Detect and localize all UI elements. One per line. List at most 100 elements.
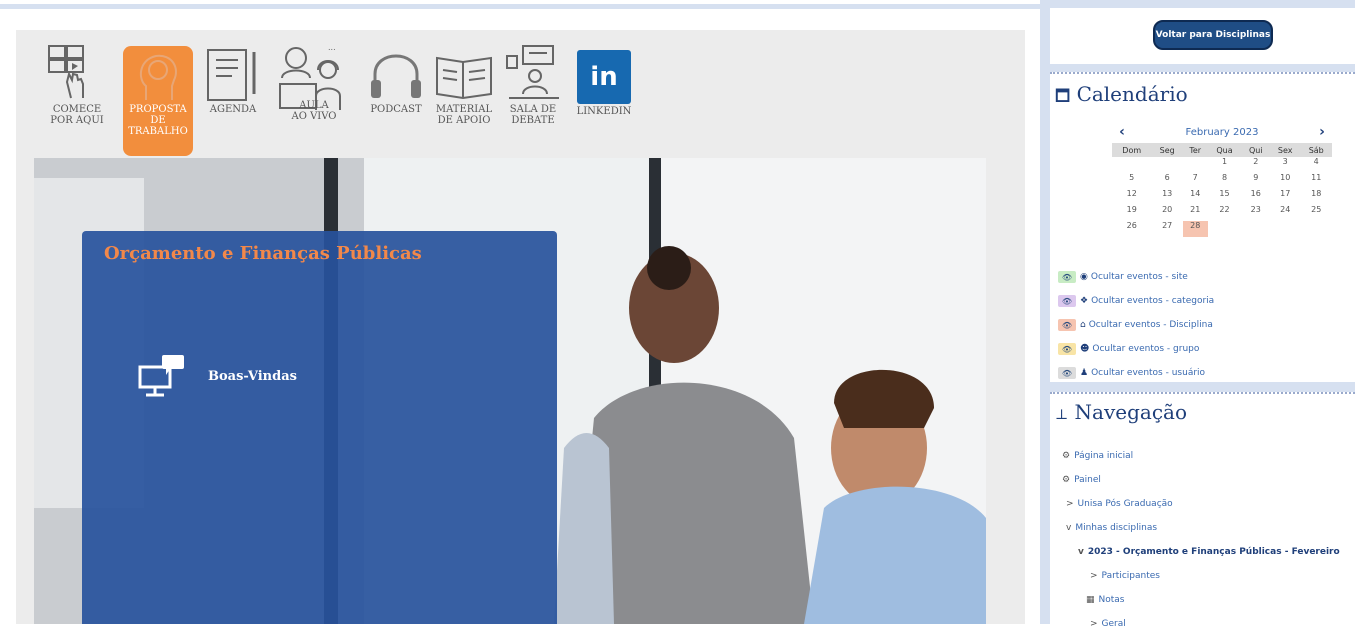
nav-item-participants[interactable]: > Participantes [1062,564,1340,588]
weekday-header: Sáb [1300,143,1332,157]
user-icon: ♟ [1080,368,1089,378]
toolbar-item-debate[interactable]: SALA DE DEBATE [502,44,564,126]
calendar-day[interactable]: 21 [1183,205,1208,221]
nav-item-my-courses[interactable]: v Minhas disciplinas [1062,516,1340,540]
weekday-header: Ter [1182,143,1208,157]
toolbar-item-linkedin[interactable]: in LINKEDIN [572,44,636,117]
linkedin-icon: in [577,50,631,104]
calendar-day[interactable]: 24 [1270,205,1301,221]
navigation-block: ⊥ Navegação ⚙ Página inicial ⚙ Painel > Uni… [1050,392,1355,629]
hide-category-events-link[interactable]: 👁 ❖ Ocultar eventos - categoria [1058,289,1214,313]
nav-item-dashboard[interactable]: ⚙ Painel [1062,468,1340,492]
nav-item-unisa[interactable]: > Unisa Pós Graduação [1062,492,1340,516]
calendar-day[interactable]: 12 [1112,189,1151,205]
toolbar-item-aula[interactable]: ... AULA AO VIVO [274,44,354,122]
calendar-week: 1234 [1112,157,1332,173]
nav-item-home[interactable]: ⚙ Página inicial [1062,444,1340,468]
calendar-day[interactable]: 14 [1183,189,1208,205]
eye-icon: 👁 [1058,295,1076,307]
calendar-day[interactable]: 18 [1300,189,1332,205]
event-filter-label: Ocultar eventos - Disciplina [1088,320,1213,330]
navigation-title: Navegação [1074,400,1187,424]
weekday-header: Sex [1269,143,1301,157]
calendar-day[interactable]: 6 [1151,173,1183,189]
calendar-day[interactable]: 20 [1151,205,1183,221]
prev-month-icon[interactable]: ‹ [1112,124,1132,140]
hide-site-events-link[interactable]: 👁 ◉ Ocultar eventos - site [1058,265,1214,289]
calendar-day [1242,221,1270,237]
calendar-day[interactable]: 4 [1300,157,1332,173]
calendar-header: ‹ February 2023 › [1112,121,1332,143]
nav-item-general[interactable]: > Geral [1062,612,1340,636]
nav-item-label: Painel [1074,475,1101,485]
calendar-day[interactable]: 17 [1270,189,1301,205]
nav-item-label: Geral [1101,619,1126,629]
calendar-day[interactable]: 1 [1208,157,1242,173]
hide-course-events-link[interactable]: 👁 ⌂ Ocultar eventos - Disciplina [1058,313,1214,337]
calendar-day[interactable]: 26 [1112,221,1151,237]
calendar-day[interactable]: 11 [1300,173,1332,189]
chevron-right-icon: > [1090,619,1098,629]
calendar-day[interactable]: 15 [1208,189,1242,205]
chevron-right-icon: > [1066,499,1074,509]
calendar-day[interactable]: 2 [1242,157,1270,173]
calendar-day[interactable]: 5 [1112,173,1151,189]
nav-item-label: 2023 - Orçamento e Finanças Públicas - F… [1087,547,1340,557]
calendar-day[interactable]: 19 [1112,205,1151,221]
back-to-courses-button[interactable]: Voltar para Disciplinas [1153,20,1273,50]
headphones-icon [371,54,421,98]
weekday-header: Qua [1207,143,1242,157]
calendar-day[interactable]: 25 [1300,205,1332,221]
nav-item-current-course[interactable]: v 2023 - Orçamento e Finanças Públicas - … [1062,540,1340,564]
pointer-hand-icon [48,45,84,99]
navigation-tree: ⚙ Página inicial ⚙ Painel > Unisa Pós Gradu… [1062,444,1340,636]
monitor-chat-icon [138,355,184,397]
toolbar-label: LINKEDIN [576,106,632,117]
calendar-day[interactable]: 10 [1270,173,1301,189]
welcome-link[interactable]: Boas-Vindas [138,353,297,399]
weekday-row: Dom Seg Ter Qua Qui Sex Sáb [1112,143,1332,157]
calendar-grid: Dom Seg Ter Qua Qui Sex Sáb 1 2 3 4 5 6 7 8 9 10 11 12 13 1… [1112,143,1332,237]
course-content: COMECE POR AQUI PROPOSTA DE TRABALHO AGE… [16,30,1025,624]
toolbar-item-material[interactable]: MATERIAL DE APOIO [433,44,495,126]
nav-item-grades[interactable]: ▦ Notas [1062,588,1340,612]
welcome-label: Boas-Vindas [208,368,297,384]
toolbar-item-proposta[interactable]: PROPOSTA DE TRABALHO [123,46,193,156]
calendar-day [1151,157,1183,173]
categories-icon: ❖ [1080,296,1089,306]
calendar-day[interactable]: 22 [1208,205,1242,221]
calendar-day[interactable]: 7 [1183,173,1208,189]
back-panel: Voltar para Disciplinas [1050,8,1355,64]
toolbar-label: PODCAST [370,104,422,115]
nav-item-label: Página inicial [1074,451,1134,461]
calendar-day[interactable]: 13 [1151,189,1183,205]
dashboard-icon: ⚙ [1062,451,1071,461]
calendar-day[interactable]: 16 [1242,189,1270,205]
event-filter-label: Ocultar eventos - site [1090,272,1188,282]
calendar-day[interactable]: 27 [1151,221,1183,237]
toolbar-label: PROPOSTA DE TRABALHO [128,104,188,137]
next-month-icon[interactable]: › [1312,124,1332,140]
hide-group-events-link[interactable]: 👁 ☻ Ocultar eventos - grupo [1058,337,1214,361]
calendar-day[interactable]: 28 [1182,221,1208,237]
toolbar-item-podcast[interactable]: PODCAST [365,44,427,115]
toolbar-item-comece[interactable]: COMECE POR AQUI [40,44,114,126]
event-filter-label: Ocultar eventos - grupo [1092,344,1200,354]
calendar-icon: 🗖 [1055,86,1071,105]
calendar-day[interactable]: 9 [1242,173,1270,189]
nav-item-label: Notas [1098,595,1125,605]
sidebar: Voltar para Disciplinas 🗖 Calendário ‹ F… [1040,0,1355,629]
nav-item-label: Participantes [1101,571,1160,581]
book-icon [436,56,492,100]
graduation-cap-icon: ⌂ [1080,320,1086,330]
hide-user-events-link[interactable]: 👁 ♟ Ocultar eventos - usuário [1058,361,1214,385]
sitemap-icon: ⊥ [1055,407,1069,423]
nav-item-label: Unisa Pós Graduação [1077,499,1173,509]
calendar-day[interactable]: 8 [1208,173,1242,189]
toolbar-item-agenda[interactable]: AGENDA [202,44,264,115]
navigation-block-title: ⊥ Navegação [1055,400,1187,424]
calendar-block-title: 🗖 Calendário [1055,82,1188,112]
calendar-day[interactable]: 23 [1242,205,1270,221]
dashboard-icon: ⚙ [1062,475,1071,485]
calendar-day[interactable]: 3 [1270,157,1301,173]
